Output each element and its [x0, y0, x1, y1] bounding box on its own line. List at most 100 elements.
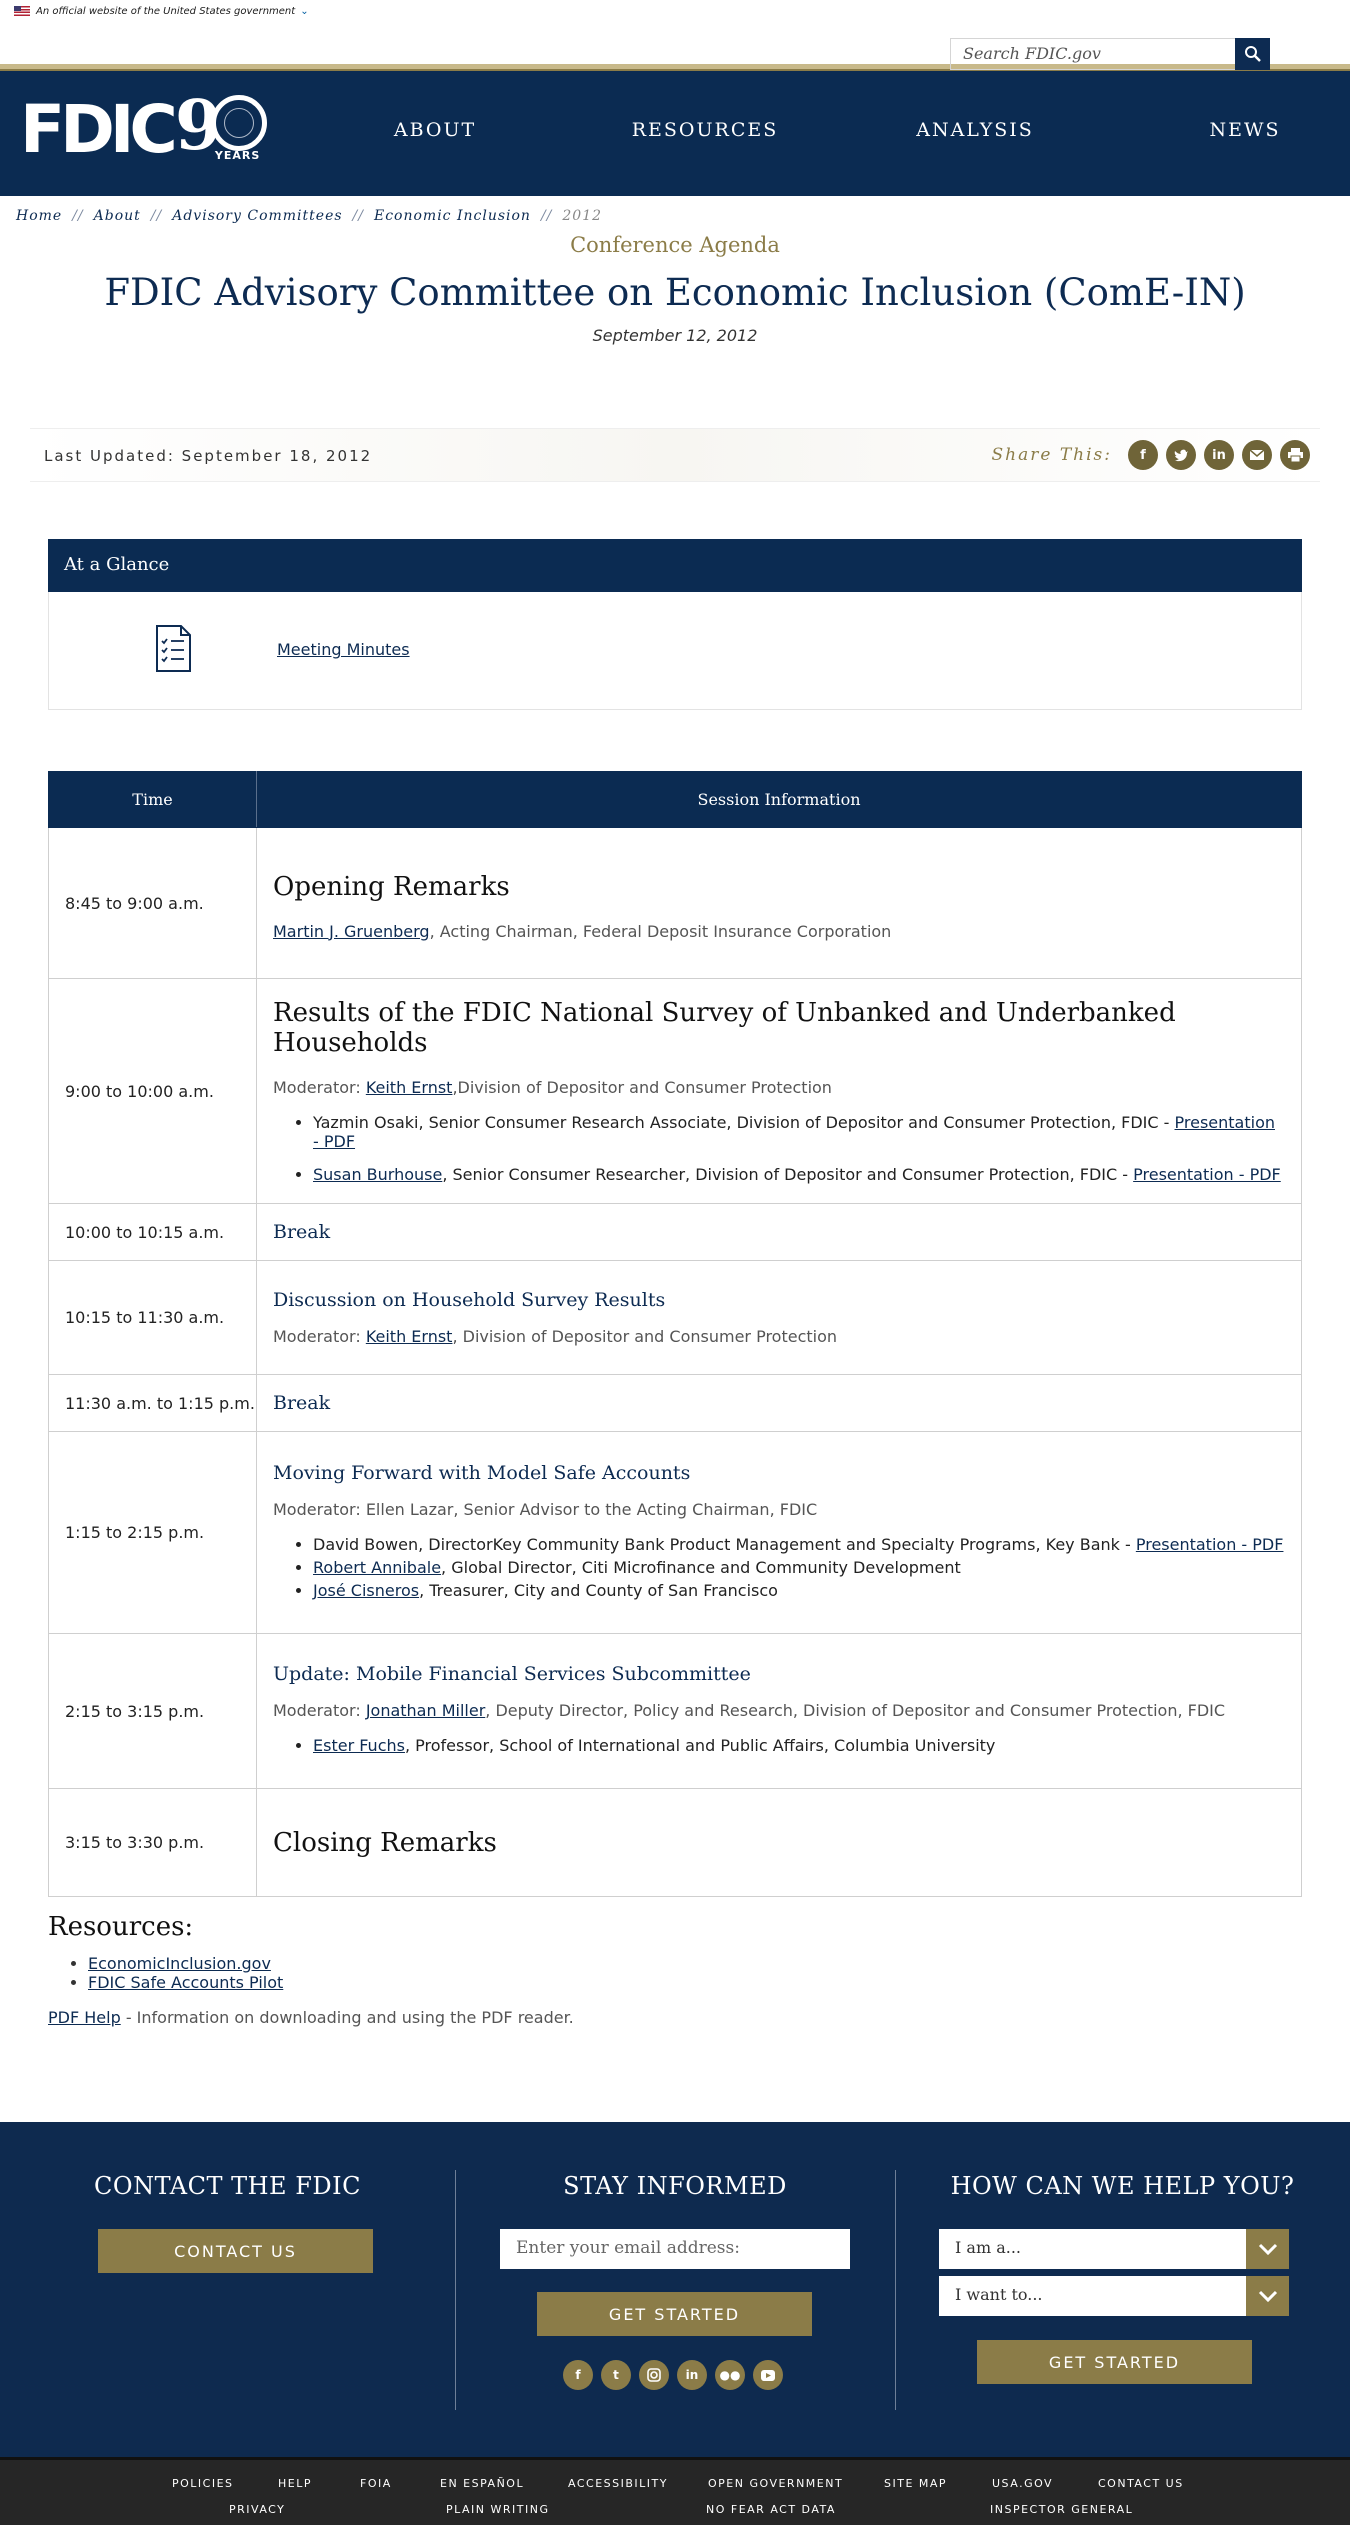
- youtube-icon[interactable]: [753, 2360, 783, 2390]
- footer-link-open-government[interactable]: OPEN GOVERNMENT: [708, 2477, 843, 2490]
- facebook-icon[interactable]: f: [1128, 440, 1158, 470]
- stay-informed-get-started-button[interactable]: GET STARTED: [537, 2292, 812, 2336]
- speaker-link[interactable]: Susan Burhouse: [313, 1165, 442, 1184]
- contact-us-button[interactable]: CONTACT US: [98, 2229, 373, 2273]
- breadcrumb-home[interactable]: Home: [16, 208, 62, 224]
- presentation-pdf-link[interactable]: Presentation - PDF: [1133, 1165, 1281, 1184]
- speaker-link[interactable]: José Cisneros: [313, 1581, 419, 1600]
- table-row: 9:00 to 10:00 a.m. Results of the FDIC N…: [48, 978, 1302, 1204]
- last-updated-bar: Last Updated: September 18, 2012 Share T…: [30, 428, 1320, 482]
- facebook-icon[interactable]: f: [563, 2360, 593, 2390]
- resources-section: Resources: EconomicInclusion.gov FDIC Sa…: [48, 1912, 574, 2027]
- speaker-link[interactable]: Ester Fuchs: [313, 1736, 405, 1755]
- list-item: Susan Burhouse, Senior Consumer Research…: [313, 1165, 1285, 1184]
- session-moderator: Moderator: Jonathan Miller, Deputy Direc…: [273, 1701, 1285, 1720]
- i-am-a-select[interactable]: I am a...: [939, 2229, 1289, 2269]
- document-checklist-icon: [156, 625, 191, 672]
- search-button[interactable]: [1235, 38, 1270, 70]
- moderator-link[interactable]: Jonathan Miller: [366, 1701, 485, 1720]
- twitter-icon[interactable]: t: [601, 2360, 631, 2390]
- footer-link-privacy[interactable]: PRIVACY: [229, 2503, 285, 2516]
- email-icon[interactable]: [1242, 440, 1272, 470]
- speaker-text: , Global Director, Citi Microfinance and…: [441, 1557, 961, 1577]
- print-icon[interactable]: [1280, 440, 1310, 470]
- footer-link-contact-us[interactable]: CONTACT US: [1098, 2477, 1184, 2490]
- logo-90-mark: 9 YEARS: [175, 89, 270, 165]
- presentation-pdf-link[interactable]: Presentation - PDF: [1136, 1535, 1284, 1554]
- session-info: Update: Mobile Financial Services Subcom…: [256, 1633, 1302, 1789]
- page-title: FDIC Advisory Committee on Economic Incl…: [104, 271, 1246, 314]
- column-header-session: Session Information: [256, 771, 1302, 828]
- speaker-link[interactable]: Robert Annibale: [313, 1558, 441, 1577]
- session-title: Moving Forward with Model Safe Accounts: [273, 1461, 691, 1484]
- flickr-icon[interactable]: ●●: [715, 2360, 745, 2390]
- logo-years: YEARS: [214, 149, 261, 162]
- footer-link-plain-writing[interactable]: PLAIN WRITING: [446, 2503, 550, 2516]
- session-title: Closing Remarks: [273, 1827, 497, 1858]
- footer-help-column: HOW CAN WE HELP YOU? I am a... I want to…: [895, 2122, 1350, 2457]
- nav-about[interactable]: ABOUT: [300, 119, 570, 141]
- twitter-icon[interactable]: [1166, 440, 1196, 470]
- footer-link-inspector-general[interactable]: INSPECTOR GENERAL: [990, 2503, 1133, 2516]
- linkedin-icon[interactable]: in: [677, 2360, 707, 2390]
- nav-news[interactable]: NEWS: [1110, 119, 1350, 141]
- site-header: FDIC 9 YEARS ABOUT RESOURCES ANALYSIS NE…: [0, 71, 1350, 196]
- main-nav: ABOUT RESOURCES ANALYSIS NEWS: [300, 119, 1350, 141]
- breadcrumb-advisory-committees[interactable]: Advisory Committees: [172, 208, 342, 224]
- agenda-header-row: Time Session Information: [48, 771, 1302, 828]
- footer-link-usa-gov[interactable]: USA.GOV: [992, 2477, 1053, 2490]
- session-title: Break: [273, 1221, 331, 1243]
- us-flag-icon: [14, 6, 30, 16]
- nav-resources[interactable]: RESOURCES: [570, 119, 840, 141]
- email-field[interactable]: Enter your email address:: [500, 2229, 850, 2269]
- pdf-help: PDF Help - Information on downloading an…: [48, 2008, 574, 2027]
- fdic-logo[interactable]: FDIC 9 YEARS: [20, 89, 270, 168]
- help-heading: HOW CAN WE HELP YOU?: [950, 2172, 1295, 2200]
- list-item: Yazmin Osaki, Senior Consumer Research A…: [313, 1113, 1285, 1151]
- speaker-link[interactable]: Martin J. Gruenberg: [273, 922, 430, 941]
- fdic-seal-icon: [210, 95, 267, 151]
- breadcrumb-separator: //: [72, 208, 84, 224]
- gov-banner[interactable]: An official website of the United States…: [0, 0, 1350, 22]
- page-date: September 12, 2012: [592, 326, 758, 345]
- footer-link-espanol[interactable]: EN ESPAÑOL: [440, 2477, 524, 2490]
- breadcrumb-about[interactable]: About: [94, 208, 141, 224]
- footer-link-accessibility[interactable]: ACCESSIBILITY: [568, 2477, 668, 2490]
- last-updated-text: Last Updated: September 18, 2012: [44, 447, 373, 465]
- list-item: Ester Fuchs, Professor, School of Intern…: [313, 1736, 1285, 1755]
- search-icon: [1244, 46, 1261, 62]
- table-row: 10:15 to 11:30 a.m. Discussion on Househ…: [48, 1260, 1302, 1375]
- nav-analysis[interactable]: ANALYSIS: [840, 119, 1110, 141]
- logo-text: FDIC: [20, 91, 178, 168]
- moderator-title: , Division of Depositor and Consumer Pro…: [452, 1327, 838, 1346]
- search-input[interactable]: Search FDIC.gov: [950, 38, 1236, 70]
- breadcrumb-separator: //: [150, 208, 163, 224]
- footer-link-help[interactable]: HELP: [278, 2477, 312, 2490]
- footer-link-foia[interactable]: FOIA: [360, 2477, 392, 2490]
- session-title: Results of the FDIC National Survey of U…: [273, 998, 1176, 1058]
- meeting-minutes-link[interactable]: Meeting Minutes: [277, 640, 410, 659]
- session-info: Opening Remarks Martin J. Gruenberg, Act…: [256, 827, 1302, 979]
- footer-link-site-map[interactable]: SITE MAP: [884, 2477, 947, 2490]
- gov-banner-text: An official website of the United States…: [36, 5, 296, 17]
- breadcrumb-economic-inclusion[interactable]: Economic Inclusion: [374, 208, 531, 224]
- at-a-glance-panel: At a Glance Meeting Minutes: [48, 539, 1302, 710]
- session-title: Break: [273, 1392, 331, 1414]
- safe-accounts-pilot-link[interactable]: FDIC Safe Accounts Pilot: [88, 1973, 283, 1992]
- footer-link-policies[interactable]: POLICIES: [172, 2477, 234, 2490]
- list-item: José Cisneros, Treasurer, City and Count…: [313, 1581, 1285, 1600]
- moderator-link[interactable]: Keith Ernst: [366, 1327, 453, 1346]
- help-get-started-button[interactable]: GET STARTED: [977, 2340, 1252, 2384]
- instagram-icon[interactable]: [639, 2360, 669, 2390]
- session-moderator: Moderator: Ellen Lazar, Senior Advisor t…: [273, 1499, 818, 1519]
- economic-inclusion-link[interactable]: EconomicInclusion.gov: [88, 1954, 271, 1973]
- chevron-down-icon[interactable]: [1246, 2276, 1289, 2316]
- pdf-help-link[interactable]: PDF Help: [48, 2008, 121, 2027]
- footer-link-no-fear-act[interactable]: NO FEAR ACT DATA: [706, 2503, 836, 2516]
- i-want-to-select[interactable]: I want to...: [939, 2276, 1289, 2316]
- moderator-link[interactable]: Keith Ernst: [366, 1078, 453, 1097]
- chevron-down-icon[interactable]: ⌄: [300, 6, 308, 17]
- linkedin-icon[interactable]: in: [1204, 440, 1234, 470]
- session-time: 10:00 to 10:15 a.m.: [48, 1203, 257, 1261]
- chevron-down-icon[interactable]: [1246, 2229, 1289, 2269]
